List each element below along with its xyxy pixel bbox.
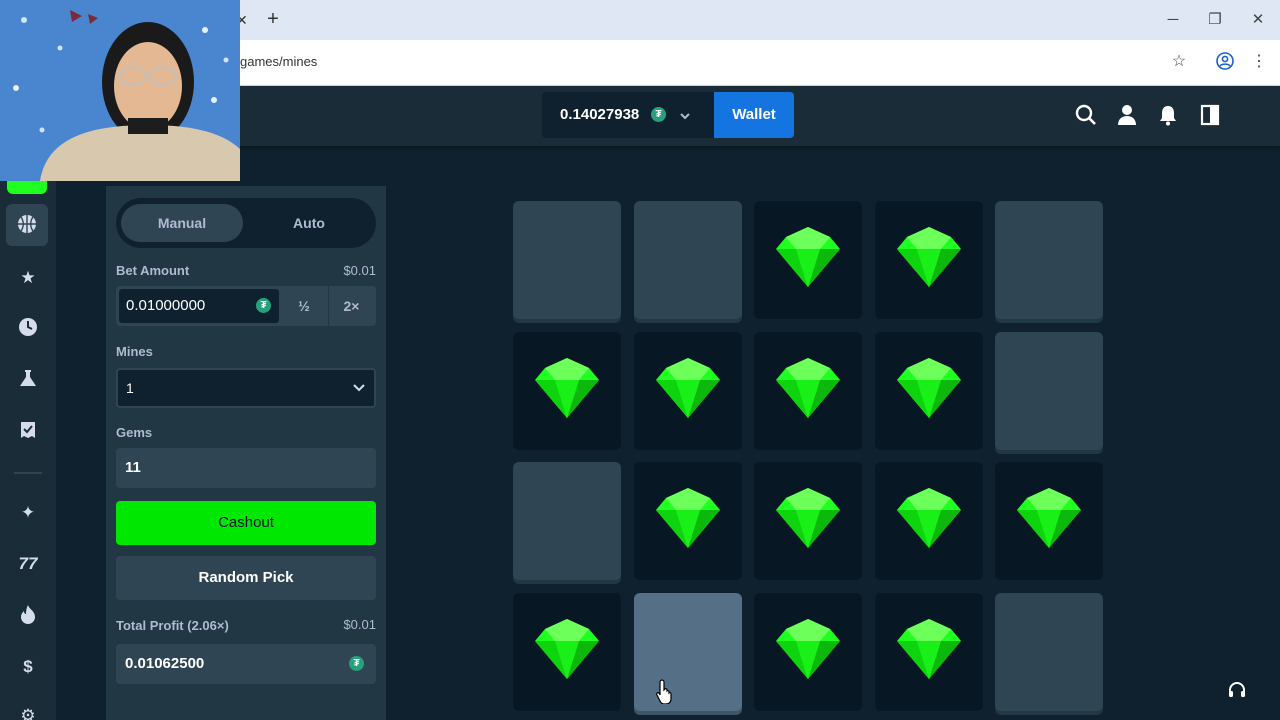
total-profit-usd: $0.01 — [343, 617, 376, 632]
clock-icon[interactable] — [16, 317, 40, 341]
total-profit-label: Total Profit (2.06×) — [116, 618, 229, 633]
revealed-gem-tile — [513, 332, 621, 450]
webcam-overlay — [0, 0, 240, 181]
revealed-gem-tile — [513, 593, 621, 711]
half-bet-button[interactable]: ½ — [282, 286, 326, 326]
url-text: games/mines — [240, 54, 318, 69]
flask-icon[interactable] — [16, 368, 40, 392]
new-tab-icon[interactable]: + — [262, 8, 284, 30]
balance-selector[interactable]: 0.14027938 ₮ — [542, 92, 714, 138]
star-icon[interactable]: ★ — [16, 266, 40, 290]
revealed-gem-tile — [875, 462, 983, 580]
gear-icon[interactable]: ⚙ — [16, 704, 40, 720]
tab-auto[interactable]: Auto — [248, 204, 370, 242]
revealed-gem-tile — [754, 201, 862, 319]
bell-icon[interactable] — [1156, 104, 1180, 128]
sparkle-icon[interactable]: ✦ — [16, 501, 40, 525]
ticket-icon[interactable] — [16, 420, 40, 444]
random-pick-button[interactable]: Random Pick — [116, 556, 376, 600]
tether-icon: ₮ — [651, 107, 666, 122]
double-bet-button[interactable]: 2× — [328, 286, 374, 326]
active-indicator — [7, 180, 47, 194]
mode-toggle: Manual Auto — [116, 198, 376, 248]
hand-cursor-icon — [656, 679, 672, 704]
hidden-tile[interactable] — [995, 201, 1103, 319]
hidden-tile[interactable] — [513, 201, 621, 319]
revealed-gem-tile — [634, 332, 742, 450]
bet-amount-value: 0.01000000 — [126, 297, 206, 314]
tether-icon: ₮ — [256, 298, 271, 313]
bet-amount-group: 0.01000000 ₮ ½ 2× — [116, 286, 376, 326]
revealed-gem-tile — [754, 332, 862, 450]
hash-icon[interactable]: 77 — [16, 552, 40, 576]
mines-value: 1 — [126, 380, 134, 396]
chevron-down-icon — [352, 370, 366, 408]
close-window-icon[interactable]: ✕ — [1243, 8, 1273, 32]
balance-value: 0.14027938 — [560, 106, 640, 123]
restore-icon[interactable]: ❐ — [1200, 8, 1230, 32]
coin-icon[interactable]: $ — [16, 655, 40, 679]
revealed-gem-tile — [754, 462, 862, 580]
revealed-gem-tile — [754, 593, 862, 711]
wallet-button[interactable]: Wallet — [714, 92, 794, 138]
bet-amount-label: Bet Amount — [116, 263, 190, 278]
hidden-tile[interactable] — [995, 332, 1103, 450]
minimize-icon[interactable]: ─ — [1158, 8, 1188, 32]
gems-label: Gems — [116, 425, 153, 440]
sidebar-toggle-icon[interactable] — [1198, 104, 1222, 128]
fire-icon[interactable] — [16, 604, 40, 628]
hidden-tile[interactable] — [634, 593, 742, 711]
chevron-down-icon — [678, 104, 692, 126]
bet-amount-usd: $0.01 — [343, 263, 376, 278]
bet-control-panel: Manual Auto Bet Amount $0.01 0.01000000 … — [106, 186, 386, 720]
browser-menu-icon[interactable]: ⋮ — [1249, 52, 1269, 72]
basketball-icon — [15, 213, 39, 237]
left-icon-sidebar: ★ ✦ 77 $ ⚙ — [0, 146, 56, 720]
mines-game-area — [386, 186, 1230, 720]
gems-field: 11 — [116, 448, 376, 488]
search-icon[interactable] — [1074, 104, 1098, 128]
revealed-gem-tile — [875, 593, 983, 711]
bet-amount-input[interactable]: 0.01000000 ₮ — [119, 289, 279, 323]
total-profit-field: 0.01062500 ₮ — [116, 644, 376, 684]
revealed-gem-tile — [875, 201, 983, 319]
cashout-button[interactable]: Cashout — [116, 501, 376, 545]
hidden-tile[interactable] — [513, 462, 621, 580]
mines-select[interactable]: 1 — [116, 368, 376, 408]
total-profit-value: 0.01062500 — [125, 655, 205, 672]
revealed-gem-tile — [875, 332, 983, 450]
tab-manual[interactable]: Manual — [121, 204, 243, 242]
tether-icon: ₮ — [349, 656, 364, 671]
bookmark-star-icon[interactable]: ☆ — [1169, 52, 1189, 72]
profile-icon[interactable] — [1215, 52, 1235, 72]
revealed-gem-tile — [634, 462, 742, 580]
mines-label: Mines — [116, 344, 153, 359]
hidden-tile[interactable] — [995, 593, 1103, 711]
casino-nav-item[interactable] — [6, 204, 48, 246]
revealed-gem-tile — [995, 462, 1103, 580]
rail-divider — [14, 472, 42, 474]
hidden-tile[interactable] — [634, 201, 742, 319]
user-icon[interactable] — [1115, 104, 1139, 128]
headset-icon[interactable] — [1226, 680, 1248, 702]
